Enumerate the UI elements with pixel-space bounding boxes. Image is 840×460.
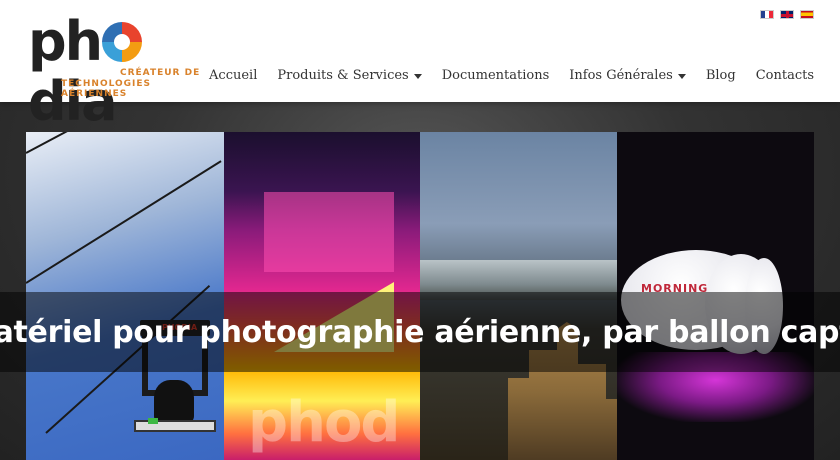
nav-documentations[interactable]: Documentations xyxy=(442,68,550,83)
rig-base xyxy=(134,420,216,432)
caret-down-icon xyxy=(413,74,422,79)
nav-label: Documentations xyxy=(441,68,550,83)
rig-indicator xyxy=(148,418,158,424)
camera-icon xyxy=(154,380,194,424)
flag-uk-icon[interactable] xyxy=(780,10,794,19)
cable-line xyxy=(26,160,222,284)
nav-label: Contacts xyxy=(755,68,814,83)
nav-infos-generales[interactable]: Infos Générales xyxy=(569,68,686,83)
hero-title: Matériel pour photographie aérienne, par… xyxy=(0,314,840,350)
flag-fr-icon[interactable] xyxy=(760,10,774,19)
logo-tagline-2: TECHNOLOGIES AÉRIENNES xyxy=(61,79,152,99)
site-header: phdia CRÉATEUR DE TECHNOLOGIES AÉRIENNES… xyxy=(0,0,840,132)
hero-slider: PHODIA phod MORNING Matériel pour photog… xyxy=(0,102,840,460)
nav-accueil[interactable]: Accueil xyxy=(209,68,257,83)
main-nav: Accueil Produits & Services Documentatio… xyxy=(209,68,814,83)
caret-down-icon xyxy=(677,74,686,79)
nav-label: Blog xyxy=(705,68,736,83)
aperture-icon xyxy=(102,22,143,62)
cable-line xyxy=(26,132,224,154)
thermal-hotspot xyxy=(264,192,394,272)
flag-es-icon[interactable] xyxy=(800,10,814,19)
logo-tagline-1: CRÉATEUR DE xyxy=(120,68,201,78)
nav-produits-services[interactable]: Produits & Services xyxy=(277,68,422,83)
nav-label: Infos Générales xyxy=(569,68,673,83)
watermark: phod xyxy=(248,390,401,455)
nav-contacts[interactable]: Contacts xyxy=(756,68,814,83)
nav-label: Produits & Services xyxy=(277,68,409,83)
nav-label: Accueil xyxy=(209,68,258,83)
hero-banner: Matériel pour photographie aérienne, par… xyxy=(0,292,840,372)
phodia-logo[interactable]: phdia CRÉATEUR DE TECHNOLOGIES AÉRIENNES xyxy=(28,12,218,132)
language-switcher xyxy=(760,10,814,19)
nav-blog[interactable]: Blog xyxy=(706,68,736,83)
